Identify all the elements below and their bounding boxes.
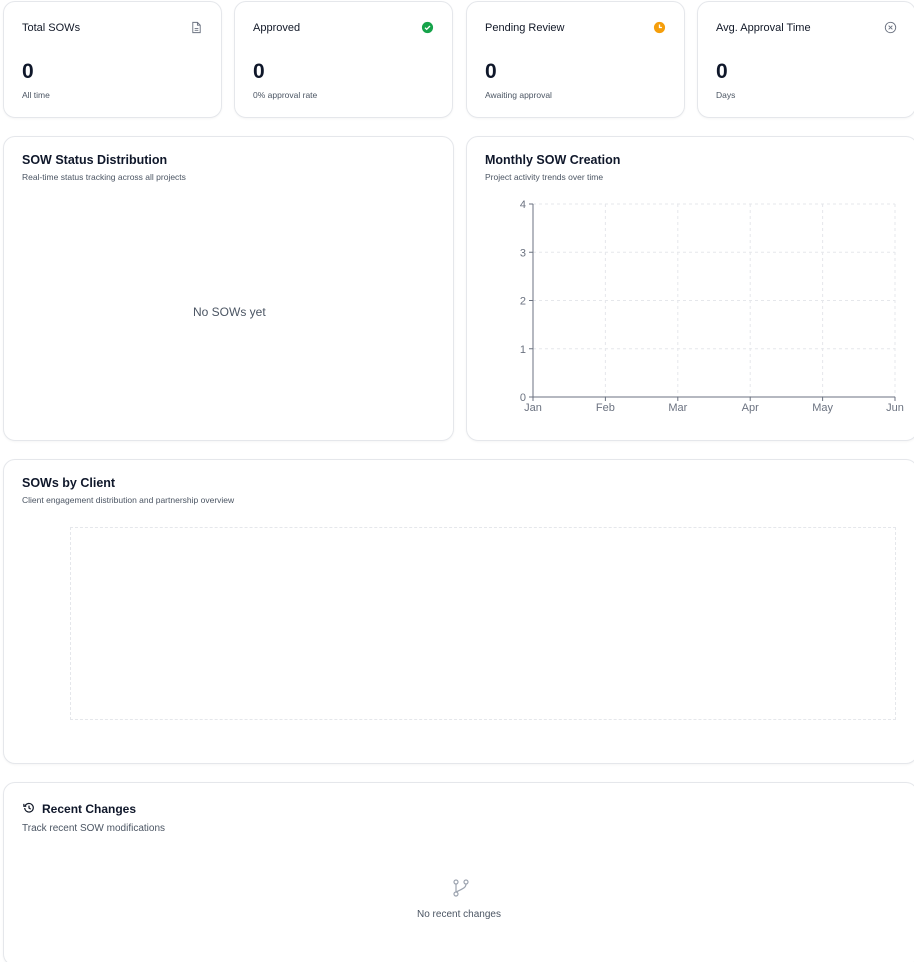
stat-value: 0: [716, 60, 728, 83]
stat-sub: Days: [716, 90, 736, 100]
x-circle-icon: [884, 21, 897, 34]
card-title: SOW Status Distribution: [22, 153, 168, 167]
y-tick-label: 4: [520, 199, 526, 211]
sows-by-client-card: SOWs by Client Client engagement distrib…: [3, 459, 914, 764]
card-title: SOWs by Client: [22, 476, 116, 490]
stat-sub: Awaiting approval: [485, 90, 552, 100]
y-tick-label: 3: [520, 247, 526, 259]
stat-label: Total SOWs: [22, 22, 81, 34]
stat-sub: All time: [22, 90, 50, 100]
stat-label: Pending Review: [485, 22, 565, 34]
stat-card-approved: Approved 0 0% approval rate: [234, 1, 453, 118]
monthly-line-chart: 01234Jan Feb Mar Apr May Jun: [520, 199, 904, 414]
x-tick-label: Mar: [668, 402, 687, 414]
git-branch-icon: [453, 879, 469, 897]
stat-card-pending-review: Pending Review 0 Awaiting approval: [466, 1, 685, 118]
x-tick-label: Feb: [596, 402, 615, 414]
recent-changes-card: Recent Changes Track recent SOW modifica…: [3, 782, 914, 962]
card-subtitle: Client engagement distribution and partn…: [22, 495, 235, 505]
check-circle-icon: [421, 21, 434, 34]
x-tick-label: Jun: [886, 402, 904, 414]
x-tick-label: Jan: [524, 402, 542, 414]
stat-value: 0: [485, 60, 497, 83]
y-tick-label: 2: [520, 296, 526, 308]
x-tick-label: Apr: [742, 402, 759, 414]
stat-value: 0: [22, 60, 34, 83]
card-subtitle: Real-time status tracking across all pro…: [22, 172, 186, 182]
stat-label: Avg. Approval Time: [716, 22, 811, 34]
client-chart-plot-area: [70, 527, 896, 720]
stat-card-avg-approval-time: Avg. Approval Time 0 Days: [697, 1, 914, 118]
file-icon: [192, 21, 201, 34]
clock-icon: [653, 21, 666, 34]
card-subtitle: Track recent SOW modifications: [22, 823, 166, 834]
card-title: Recent Changes: [42, 802, 137, 816]
stat-value: 0: [253, 60, 265, 83]
empty-state-text: No recent changes: [417, 909, 501, 920]
stat-label: Approved: [253, 22, 301, 34]
x-tick-label: May: [812, 402, 833, 414]
stat-sub: 0% approval rate: [253, 90, 318, 100]
empty-state-text: No SOWs yet: [193, 305, 266, 319]
history-icon: [23, 802, 34, 813]
monthly-creation-card: Monthly SOW Creation Project activity tr…: [466, 136, 914, 441]
stat-card-total-sows: Total SOWs 0 All time: [3, 1, 222, 118]
y-tick-label: 1: [520, 344, 526, 356]
status-distribution-card: SOW Status Distribution Real-time status…: [3, 136, 454, 441]
